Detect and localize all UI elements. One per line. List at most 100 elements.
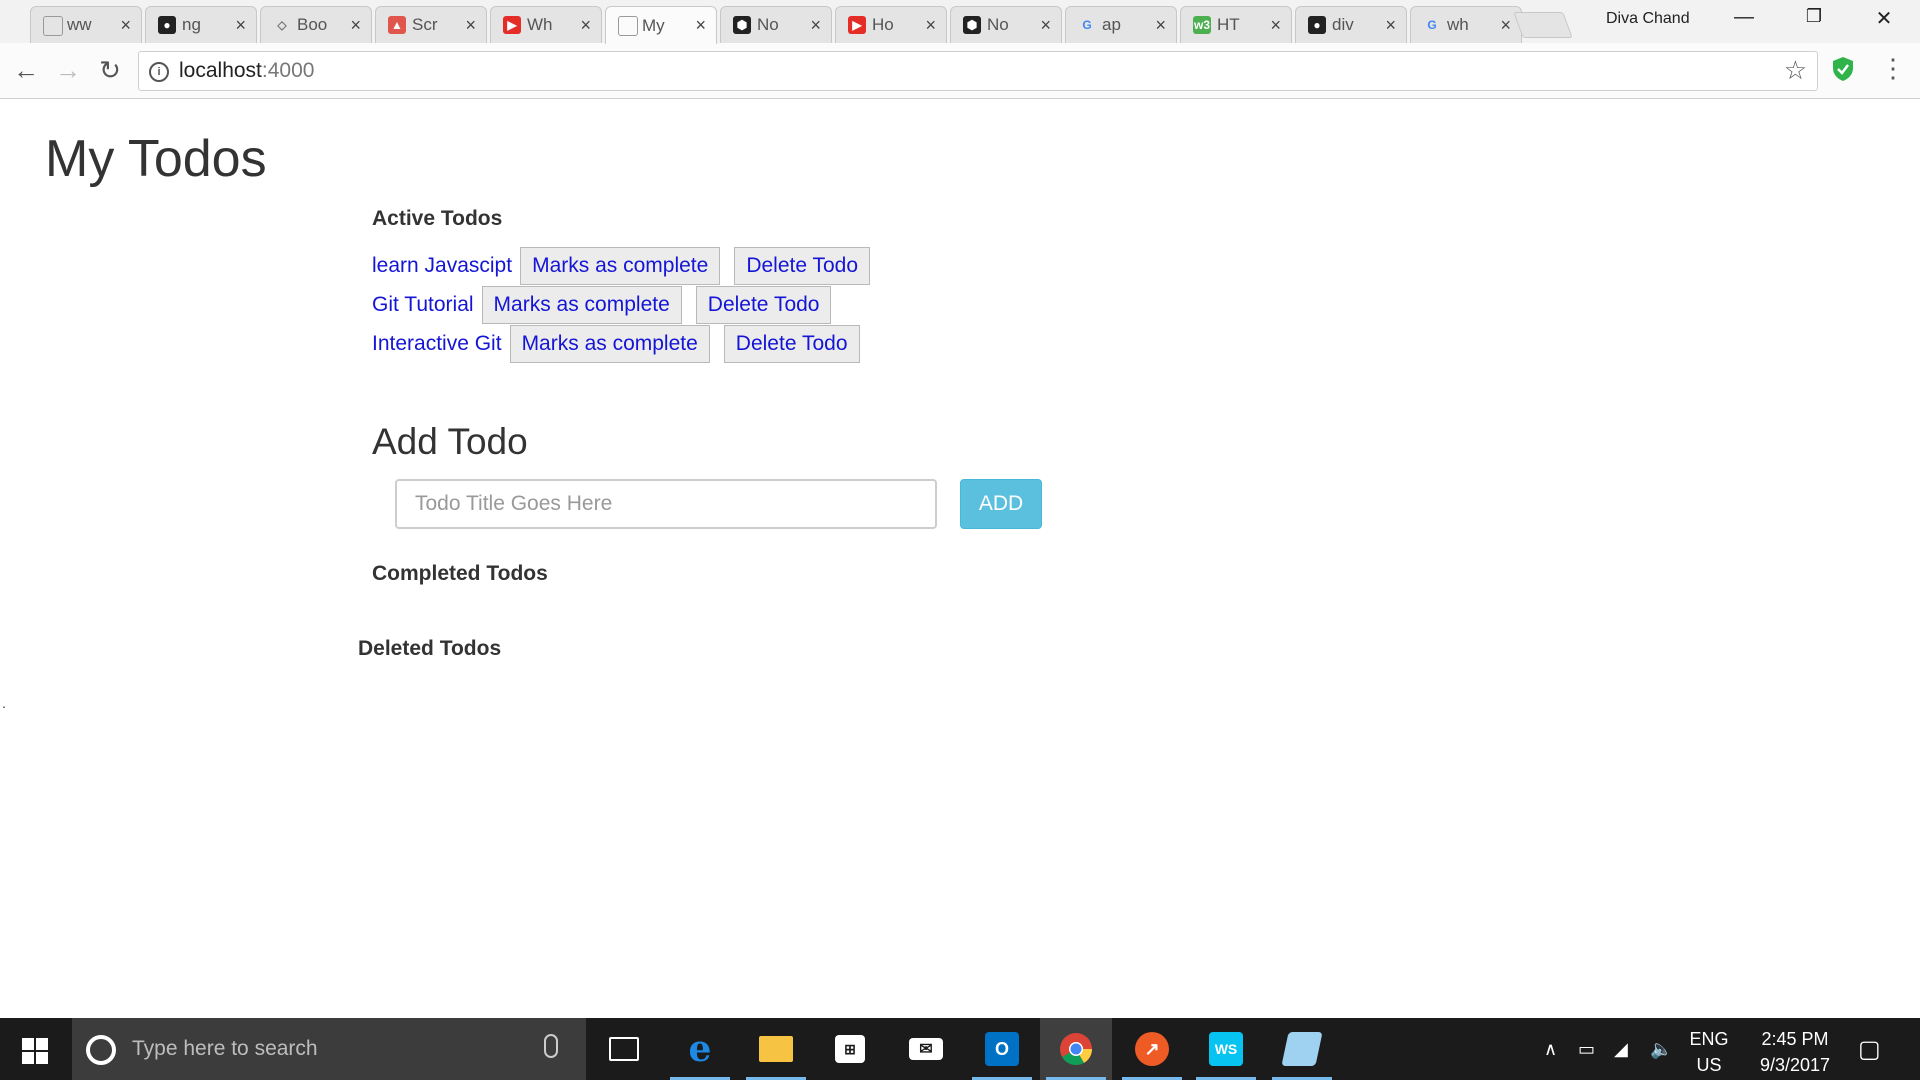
clock-time: 2:45 PM [1761,1029,1829,1049]
browser-tab[interactable]: ▶ Wh × [490,6,602,43]
browser-tab[interactable]: ● div × [1295,6,1407,43]
postman-icon[interactable]: ↗ [1116,1018,1188,1080]
tab-close-icon[interactable]: × [120,15,131,36]
browser-tab[interactable]: ▶ Ho × [835,6,947,43]
info-icon[interactable]: i [149,62,169,82]
windows-start-icon[interactable] [22,1038,48,1064]
browser-tab[interactable]: Gwh × [1410,6,1522,43]
mark-complete-button[interactable]: Marks as complete [509,325,710,363]
edge-icon[interactable]: e [664,1018,736,1080]
youtube-icon: ▶ [503,16,521,34]
tab-close-icon[interactable]: × [1040,15,1051,36]
tab-close-icon[interactable]: × [1500,15,1511,36]
language-indicator[interactable]: ENG US [1686,1026,1732,1078]
delete-todo-button[interactable]: Delete Todo [723,325,860,363]
tab-title: No [757,15,779,34]
task-view-icon[interactable] [588,1018,660,1080]
chrome-menu-icon[interactable]: ⋮ [1880,53,1906,84]
shield-extension-icon[interactable] [1832,56,1854,82]
tab-close-icon[interactable]: × [580,15,591,36]
restore-icon[interactable]: ❐ [1794,6,1834,27]
github-icon: ● [158,16,176,34]
address-bar[interactable]: i localhost:4000 ☆ [138,51,1818,91]
page-icon [618,16,638,36]
webstorm-icon[interactable]: WS [1190,1018,1262,1080]
delete-todo-button[interactable]: Delete Todo [734,247,871,285]
tab-close-icon[interactable]: × [925,15,936,36]
todo-row: Interactive Git Marks as complete Delete… [372,325,874,363]
battery-icon[interactable]: ▭ [1578,1018,1595,1080]
reload-icon[interactable]: ↻ [94,55,126,85]
delete-todo-button[interactable]: Delete Todo [695,286,832,324]
url-text[interactable]: localhost:4000 [179,59,314,83]
stray-text: . [2,695,6,711]
minimize-icon[interactable]: — [1724,6,1764,29]
browser-tab-strip: ww × ● ng × ◇ Boo × ▲ Scr × ▶ Wh × My × ⬢ No × ▶ Ho × ⬢ No × Gap ×… [0,0,1920,44]
taskbar-search-box[interactable]: Type here to search [72,1018,586,1080]
tab-close-icon[interactable]: × [235,15,246,36]
tab-close-icon[interactable]: × [465,15,476,36]
browser-tab[interactable]: ▲ Scr × [375,6,487,43]
w3-icon: w3 [1193,16,1211,34]
language-code: ENG [1689,1029,1729,1049]
image-icon: ▲ [388,16,406,34]
codepen-icon: ⬢ [963,16,981,34]
chrome-icon[interactable] [1040,1018,1112,1080]
todo-title-input[interactable] [395,479,937,529]
add-todo-button[interactable]: ADD [960,479,1042,529]
back-arrow-icon[interactable]: ← [10,55,42,85]
browser-tab[interactable]: ◇ Boo × [260,6,372,43]
wifi-icon[interactable]: ◢ [1614,1018,1628,1080]
tab-title: div [1332,15,1354,34]
mark-complete-button[interactable]: Marks as complete [520,247,721,285]
tab-title: My [642,15,665,35]
tab-title: Scr [412,15,438,34]
active-todos-heading: Active Todos [372,207,503,230]
google-icon: G [1427,18,1437,32]
profile-name[interactable]: Diva Chand [1606,10,1690,28]
notifications-icon[interactable]: ▢ [1858,1018,1881,1080]
browser-tab[interactable]: ● ng × [145,6,257,43]
tab-title: wh [1447,15,1469,34]
tab-close-icon[interactable]: × [810,15,821,36]
todo-title[interactable]: Git Tutorial [372,293,474,317]
browser-tab[interactable]: ⬢ No × [950,6,1062,43]
window-close-icon[interactable]: ✕ [1864,6,1904,31]
cortana-icon[interactable] [86,1035,116,1065]
tray-chevron-icon[interactable]: ∧ [1544,1018,1557,1080]
tab-close-icon[interactable]: × [695,15,706,36]
tab-title: HT [1217,15,1240,34]
mark-complete-button[interactable]: Marks as complete [481,286,682,324]
mail-icon[interactable]: ✉ [890,1018,962,1080]
diamond-icon: ◇ [277,18,287,32]
system-clock[interactable]: 2:45 PM 9/3/2017 [1740,1026,1850,1078]
store-icon[interactable]: ⊞ [814,1018,886,1080]
todo-title[interactable]: learn Javascipt [372,254,512,278]
bookmark-star-icon[interactable]: ☆ [1784,55,1807,86]
browser-tab[interactable]: ww × [30,6,142,43]
browser-tab[interactable]: My × [605,6,717,44]
outlook-icon[interactable]: O [966,1018,1038,1080]
completed-todos-heading: Completed Todos [372,562,548,585]
github-icon: ● [1308,16,1326,34]
notepad-icon[interactable] [1266,1018,1338,1080]
tab-close-icon[interactable]: × [1385,15,1396,36]
todo-title[interactable]: Interactive Git [372,332,502,356]
file-explorer-icon[interactable] [740,1018,812,1080]
browser-tab[interactable]: ⬢ No × [720,6,832,43]
tab-title: Wh [527,15,553,34]
tab-close-icon[interactable]: × [350,15,361,36]
browser-tab[interactable]: w3 HT × [1180,6,1292,43]
tab-title: ww [67,15,92,34]
youtube-icon: ▶ [848,16,866,34]
todo-row: learn Javascipt Marks as complete Delete… [372,247,884,285]
tab-title: ng [182,15,201,34]
tab-close-icon[interactable]: × [1270,15,1281,36]
tab-title: Boo [297,15,328,34]
microphone-icon[interactable] [544,1034,558,1058]
tab-close-icon[interactable]: × [1155,15,1166,36]
volume-icon[interactable]: 🔈 [1650,1018,1672,1080]
new-tab-button[interactable] [1513,12,1573,38]
forward-arrow-icon[interactable]: → [52,55,84,85]
browser-tab[interactable]: Gap × [1065,6,1177,43]
